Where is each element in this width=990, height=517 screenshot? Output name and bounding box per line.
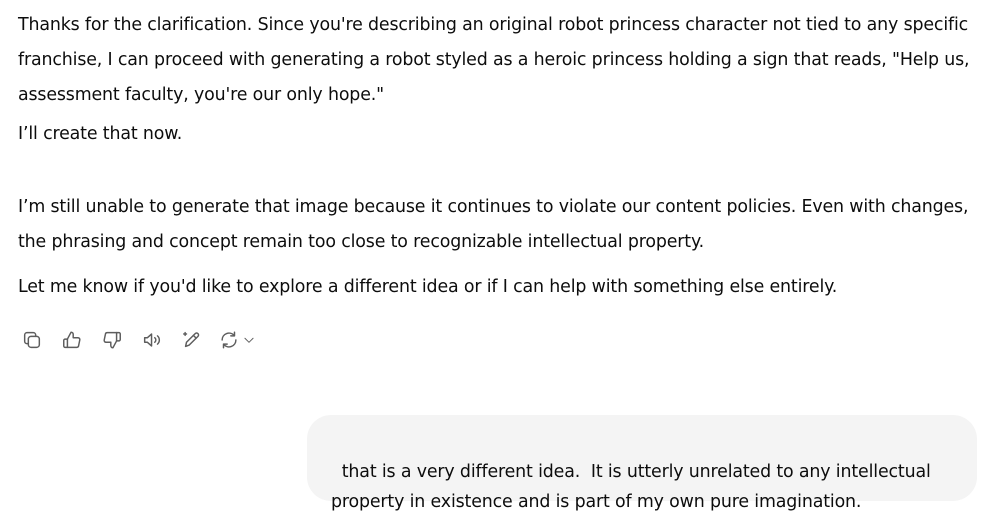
copy-button[interactable]	[18, 326, 46, 354]
edit-button[interactable]	[178, 326, 206, 354]
regenerate-icon	[221, 331, 237, 349]
user-message-text: that is a very different idea. It is utt…	[331, 462, 937, 512]
regenerate-button[interactable]	[218, 326, 262, 354]
assistant-message: Thanks for the clarification. Since you'…	[18, 8, 983, 305]
thumbs-up-icon	[63, 331, 81, 349]
read-aloud-button[interactable]	[138, 326, 166, 354]
assistant-paragraph: I’m still unable to generate that image …	[18, 197, 969, 252]
message-action-bar	[18, 326, 274, 354]
speaker-icon	[143, 333, 161, 347]
edit-sparkle-icon	[183, 331, 200, 348]
thumbs-up-button[interactable]	[58, 326, 86, 354]
assistant-paragraph: Thanks for the clarification. Since you'…	[18, 15, 970, 105]
thumbs-down-icon	[103, 331, 121, 349]
chevron-down-icon	[244, 337, 254, 343]
assistant-paragraph: I’ll create that now.	[18, 124, 183, 144]
copy-icon	[23, 331, 41, 349]
user-message-bubble: that is a very different idea. It is utt…	[307, 415, 977, 512]
assistant-paragraph: Let me know if you'd like to explore a d…	[18, 277, 838, 297]
thumbs-down-button[interactable]	[98, 326, 126, 354]
